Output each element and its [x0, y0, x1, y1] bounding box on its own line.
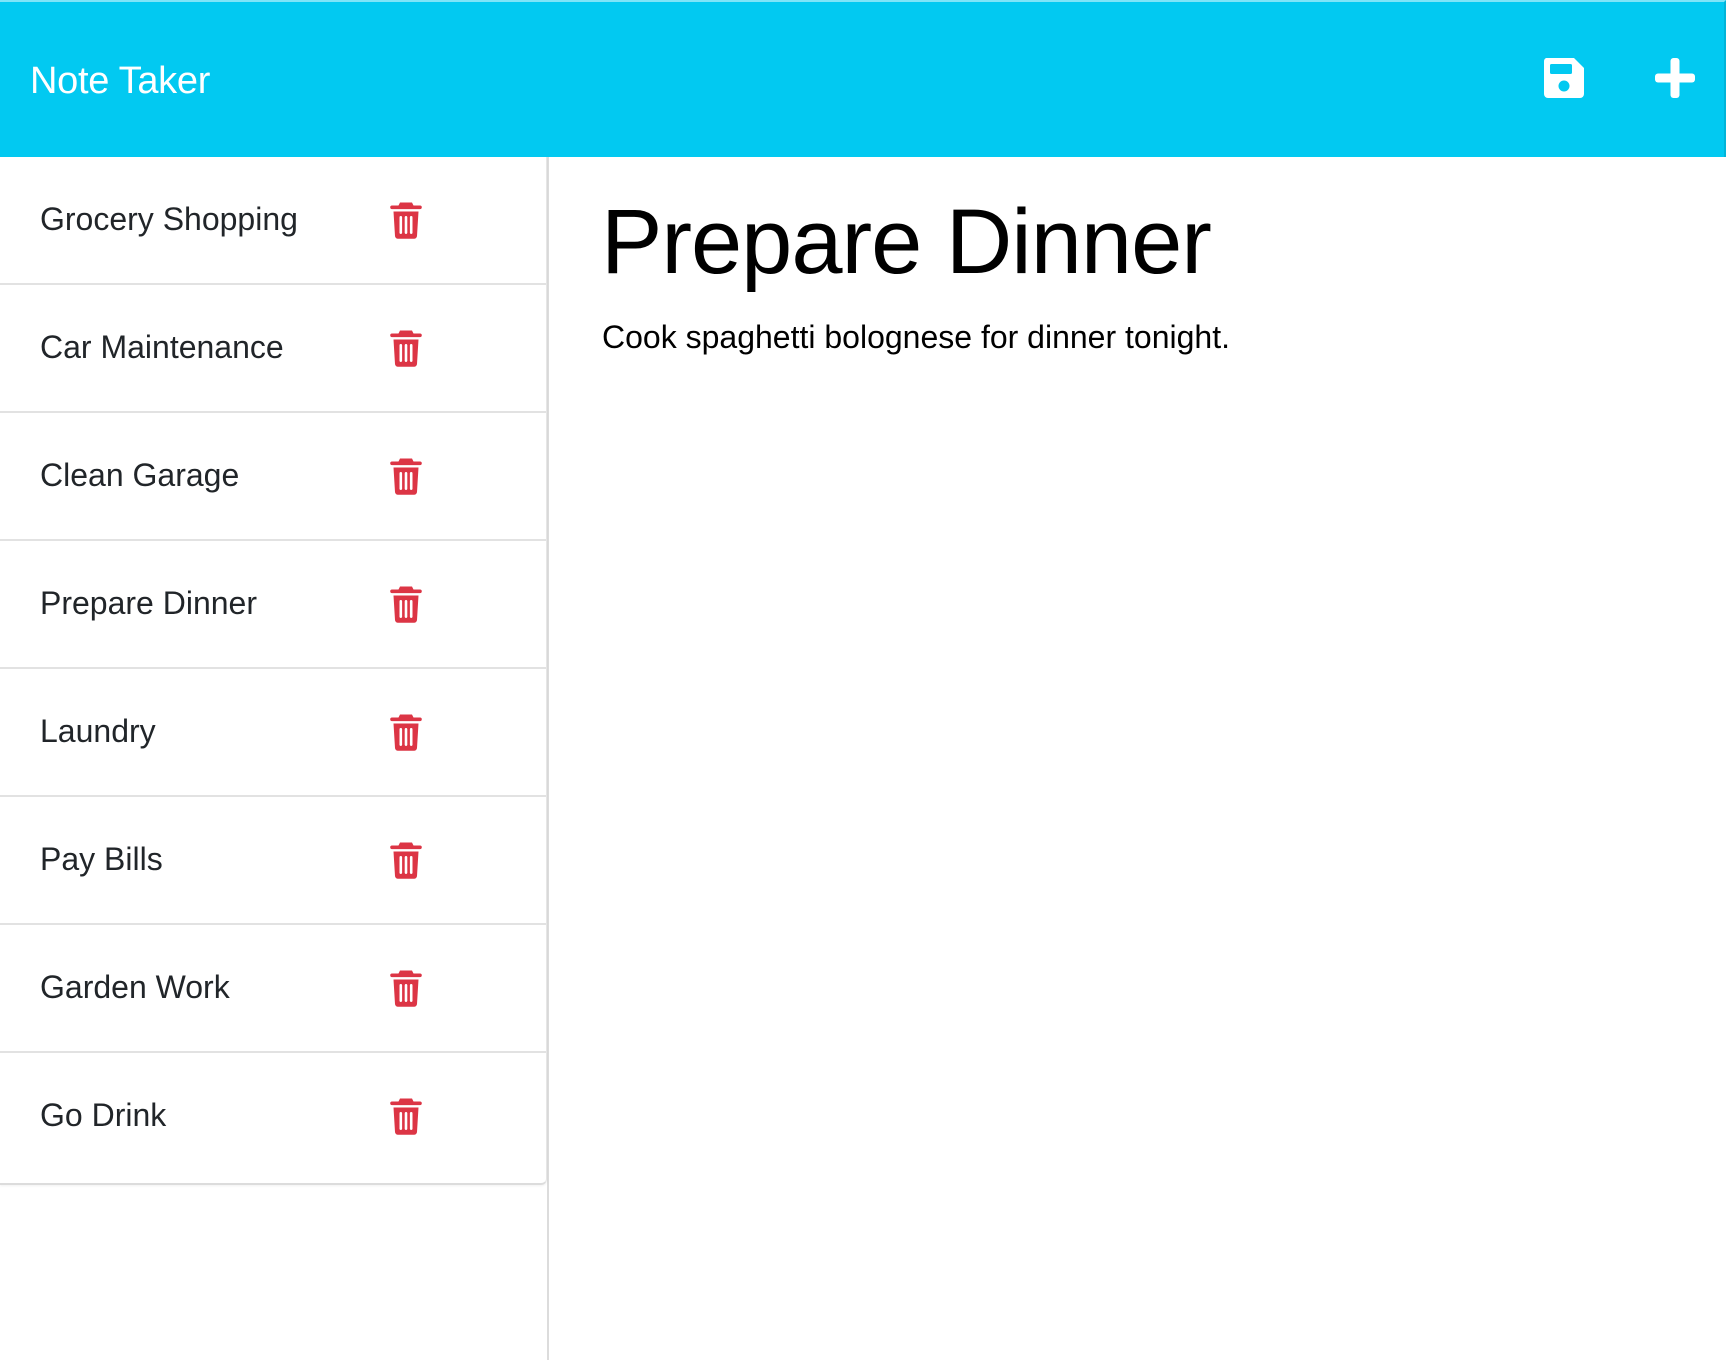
list-item[interactable]: Car Maintenance — [0, 285, 546, 413]
app-page: Note Taker Grocery Shopping Car Maintena… — [0, 0, 1728, 1360]
list-item[interactable]: Grocery Shopping — [0, 157, 546, 285]
note-title: Grocery Shopping — [40, 201, 298, 237]
list-item[interactable]: Prepare Dinner — [0, 541, 546, 669]
list-item[interactable]: Go Drink — [0, 1053, 546, 1183]
note-title: Prepare Dinner — [40, 585, 257, 621]
new-note-button[interactable] — [1651, 54, 1699, 102]
delete-note-button[interactable] — [390, 713, 422, 751]
delete-note-button[interactable] — [390, 329, 422, 367]
delete-note-button[interactable] — [390, 841, 422, 879]
trash-icon — [390, 458, 422, 495]
delete-note-button[interactable] — [390, 585, 422, 623]
note-title: Go Drink — [40, 1097, 167, 1133]
notes-sidebar: Grocery Shopping Car Maintenance Clean G… — [0, 157, 549, 1360]
trash-icon — [390, 586, 422, 623]
list-item[interactable]: Garden Work — [0, 925, 546, 1053]
list-item[interactable]: Clean Garage — [0, 413, 546, 541]
delete-note-button[interactable] — [390, 1097, 422, 1135]
note-text-area[interactable]: Cook spaghetti bolognese for dinner toni… — [602, 317, 1230, 357]
note-title: Laundry — [40, 713, 156, 749]
floppy-disk-icon — [1543, 58, 1584, 98]
trash-icon — [390, 970, 422, 1007]
note-title: Garden Work — [40, 969, 230, 1005]
delete-note-button[interactable] — [390, 201, 422, 239]
note-title-input[interactable]: Prepare Dinner — [601, 187, 1212, 297]
note-editor: Prepare Dinner Cook spaghetti bolognese … — [549, 157, 1726, 1360]
trash-icon — [390, 714, 422, 751]
delete-note-button[interactable] — [390, 457, 422, 495]
trash-icon — [390, 1098, 422, 1135]
note-title: Pay Bills — [40, 841, 163, 877]
trash-icon — [390, 842, 422, 879]
note-list: Grocery Shopping Car Maintenance Clean G… — [0, 157, 547, 1185]
note-title: Clean Garage — [40, 457, 240, 493]
note-title: Car Maintenance — [40, 329, 284, 365]
trash-icon — [390, 202, 422, 239]
app-title[interactable]: Note Taker — [30, 58, 210, 104]
plus-icon — [1655, 58, 1695, 98]
trash-icon — [390, 330, 422, 367]
save-note-button[interactable] — [1540, 54, 1588, 102]
list-item[interactable]: Pay Bills — [0, 797, 546, 925]
list-item[interactable]: Laundry — [0, 669, 546, 797]
top-navbar: Note Taker — [0, 0, 1726, 157]
delete-note-button[interactable] — [390, 969, 422, 1007]
